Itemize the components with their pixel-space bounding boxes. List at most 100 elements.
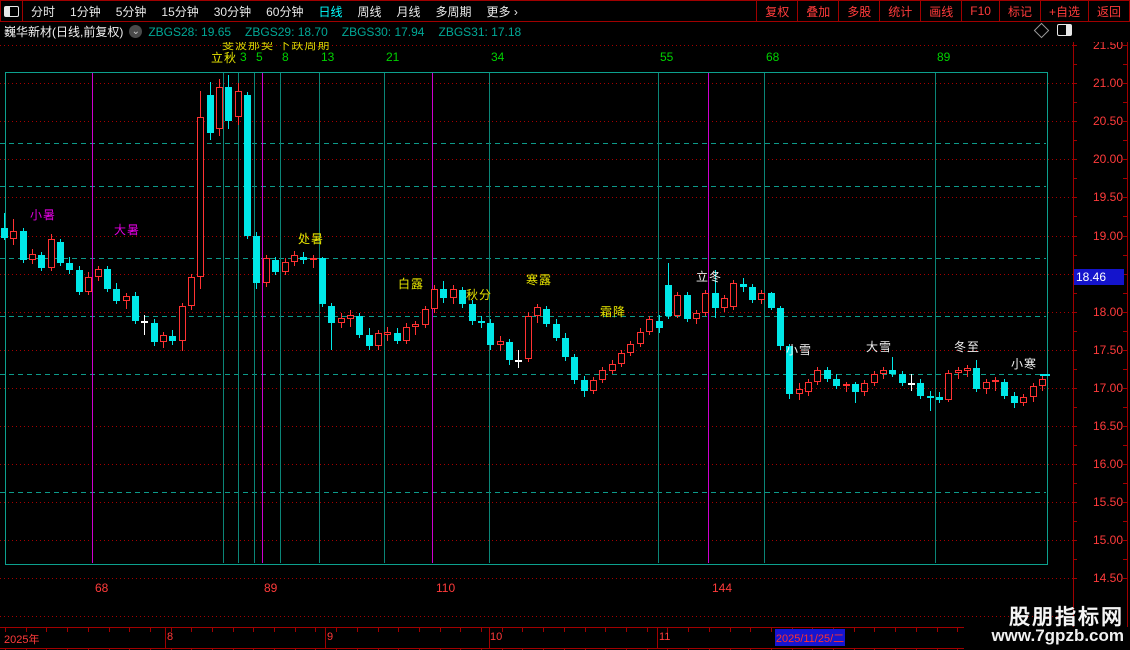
price-label-16.50: 16.50 xyxy=(1092,419,1123,433)
tool-button-画线[interactable]: 画线 xyxy=(920,1,961,21)
tool-button-返回[interactable]: 返回 xyxy=(1087,1,1129,21)
menu-item-60分钟[interactable]: 60分钟 xyxy=(266,3,303,20)
candle-up xyxy=(338,318,345,323)
menu-item-30分钟[interactable]: 30分钟 xyxy=(214,3,251,20)
candle-up xyxy=(216,87,223,129)
price-tick xyxy=(1073,369,1077,370)
price-tick xyxy=(1123,350,1127,351)
app-window: 分时 1分钟 5分钟 15分钟 30分钟 60分钟 日线 周线 月线 多周期 更多 › 复权 叠加 多股… xyxy=(0,0,1130,650)
candle-down xyxy=(824,370,831,379)
candle-wick xyxy=(967,365,968,377)
tool-button-多股[interactable]: 多股 xyxy=(838,1,879,21)
date-tick xyxy=(295,628,296,632)
candle-up xyxy=(235,91,242,117)
price-tick xyxy=(1123,559,1127,560)
tool-button-+自选[interactable]: +自选 xyxy=(1039,1,1088,21)
date-tick xyxy=(46,628,47,632)
collapse-chevron-icon[interactable]: ⌄ xyxy=(129,25,143,38)
candle-up xyxy=(618,353,625,364)
axis-line-bottom xyxy=(0,648,964,649)
price-tick xyxy=(1123,483,1127,484)
candle-down xyxy=(272,260,279,272)
last-price-badge: 18.46 xyxy=(1074,269,1124,285)
menu-item-更多 ›[interactable]: 更多 › xyxy=(487,3,518,20)
date-tick xyxy=(937,628,938,632)
candle-up xyxy=(599,370,606,380)
candle-down xyxy=(366,335,373,346)
candle-down xyxy=(833,379,840,386)
price-label-20.50: 20.50 xyxy=(1092,114,1123,128)
price-tick xyxy=(1073,255,1077,256)
menu-item-周线[interactable]: 周线 xyxy=(357,3,381,20)
month-separator xyxy=(325,627,326,648)
price-tick xyxy=(1123,426,1127,427)
indicator-ZBGS28: ZBGS28: 19.65 xyxy=(148,24,232,39)
price-tick xyxy=(1123,388,1127,389)
candle-down xyxy=(889,370,896,374)
candle-down xyxy=(113,289,120,301)
fib-count-top-34: 34 xyxy=(491,50,505,64)
watermark-site-url: www.7gpzb.com xyxy=(991,626,1124,645)
panes-icon[interactable] xyxy=(1057,24,1072,36)
candle-down xyxy=(936,397,943,400)
date-tick xyxy=(957,628,958,632)
date-tick xyxy=(688,628,689,632)
candle-down xyxy=(76,270,83,292)
date-label-2025年: 2025年 xyxy=(4,634,40,646)
candle-up xyxy=(871,374,878,383)
tool-button-F10[interactable]: F10 xyxy=(961,1,999,21)
candle-up xyxy=(403,327,410,341)
candle-up xyxy=(497,341,504,345)
menu-item-分时[interactable]: 分时 xyxy=(31,3,55,20)
solar-term-秋分: 秋分 xyxy=(466,288,493,302)
candle-down xyxy=(852,384,859,392)
candle-down xyxy=(506,342,513,360)
candle-up xyxy=(702,293,709,313)
sidebar-toggle-button[interactable] xyxy=(1,1,23,21)
candle-down xyxy=(440,289,447,298)
price-tick xyxy=(1123,178,1127,179)
selected-date-badge: 2025/11/25/二 xyxy=(775,629,845,646)
menu-item-日线[interactable]: 日线 xyxy=(318,3,342,20)
price-tick xyxy=(1073,464,1077,465)
menu-item-1分钟[interactable]: 1分钟 xyxy=(70,3,101,20)
date-label-10: 10 xyxy=(490,631,503,643)
tool-button-标记[interactable]: 标记 xyxy=(998,1,1040,21)
candle-down xyxy=(20,231,27,260)
gridline-21.50 xyxy=(0,45,1073,46)
candle-doji xyxy=(141,321,148,323)
menu-item-月线[interactable]: 月线 xyxy=(397,3,421,20)
price-tick xyxy=(1123,464,1127,465)
candle-wick xyxy=(930,391,931,411)
price-tick xyxy=(1123,540,1127,541)
indicator-values: ZBGS28: 19.65 ZBGS29: 18.70 ZBGS30: 17.94 Z… xyxy=(148,25,535,39)
candle-up xyxy=(422,309,429,325)
diamond-icon[interactable] xyxy=(1033,22,1050,38)
menu-item-多周期[interactable]: 多周期 xyxy=(436,3,472,20)
date-label-8: 8 xyxy=(167,631,174,643)
menu-item-15分钟[interactable]: 15分钟 xyxy=(161,3,198,20)
price-tick xyxy=(1123,83,1127,84)
date-tick xyxy=(895,628,896,632)
price-tick xyxy=(1123,445,1127,446)
tool-button-复权[interactable]: 复权 xyxy=(756,1,797,21)
tool-button-叠加[interactable]: 叠加 xyxy=(797,1,838,21)
chart-header: 巍华新材(日线,前复权) ⌄ ZBGS28: 19.65 ZBGS29: 18.7… xyxy=(0,21,1130,42)
date-tick xyxy=(771,628,772,632)
menu-item-5分钟[interactable]: 5分钟 xyxy=(116,3,147,20)
candlestick-chart[interactable]: 立秋 3 5 8 13 21 34 55 68 89 68 89 110 144 小暑 大暑 处暑 白露 秋分 寒露霜… xyxy=(0,42,1073,627)
candle-up xyxy=(95,269,102,277)
tool-button-统计[interactable]: 统计 xyxy=(879,1,920,21)
axis-border-right xyxy=(1127,42,1128,627)
price-tick xyxy=(1123,293,1127,294)
price-tick xyxy=(1073,540,1077,541)
date-label-11: 11 xyxy=(659,631,671,643)
date-tick xyxy=(398,628,399,632)
price-tick xyxy=(1073,159,1077,160)
candle-up xyxy=(160,335,167,342)
price-axis[interactable]: 21.5021.0020.5020.0019.5019.0018.5018.00… xyxy=(1073,38,1130,627)
date-tick xyxy=(67,628,68,632)
price-label-17.50: 17.50 xyxy=(1092,343,1123,357)
candle-up xyxy=(646,319,653,332)
solar-term-处暑: 处暑 xyxy=(298,232,325,246)
